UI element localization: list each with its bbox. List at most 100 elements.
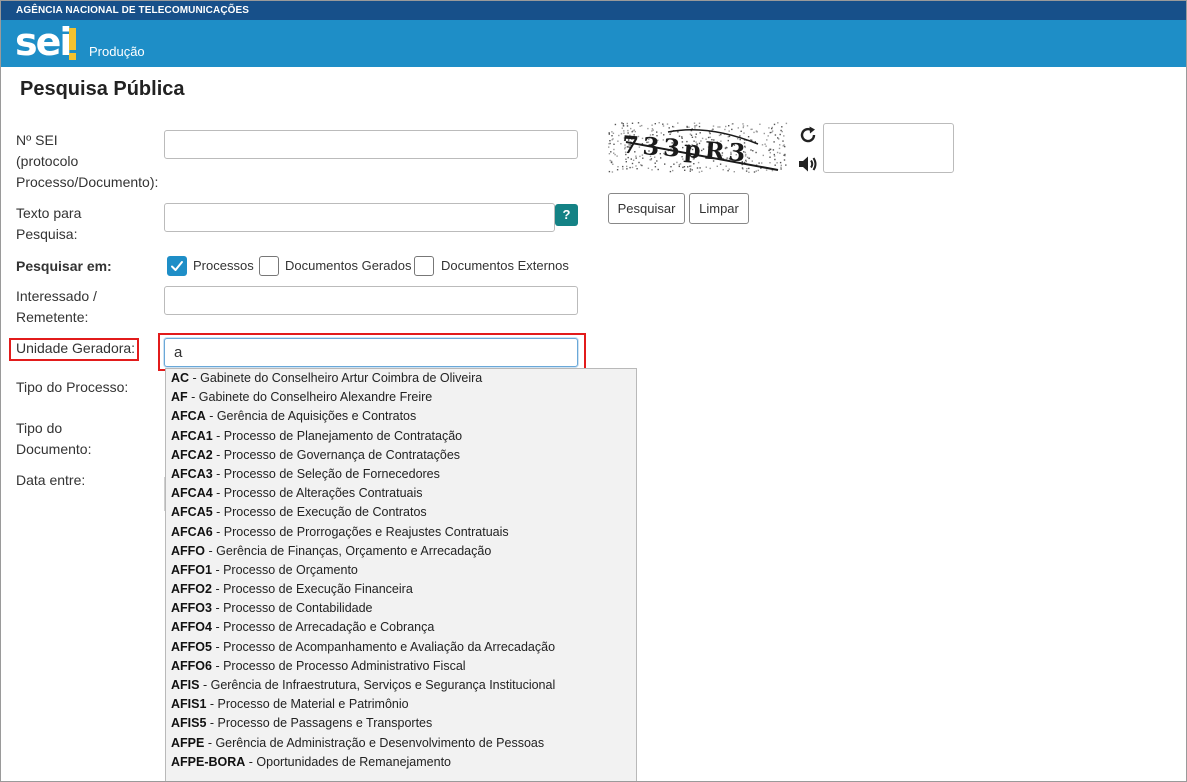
option-separator: -: [212, 466, 224, 481]
logo-bang: [69, 28, 76, 50]
option-code: AC: [171, 371, 190, 385]
dropdown-option[interactable]: AFCA6 - Processo de Prorrogações e Reaju…: [166, 523, 636, 542]
refresh-icon[interactable]: [797, 124, 819, 146]
option-code: AFPE-BORA: [171, 754, 246, 769]
checkbox-documentos-externos-label[interactable]: Documentos Externos: [441, 258, 569, 273]
dropdown-option[interactable]: AF - Gabinete do Conselheiro Alexandre F…: [166, 388, 636, 407]
option-name: Processo de Acompanhamento e Avaliação d…: [223, 639, 556, 654]
dropdown-option[interactable]: AFPE - Gerência de Administração e Desen…: [166, 734, 636, 753]
environment-label: Produção: [89, 44, 145, 59]
nsei-label: Nº SEI (protocolo Processo/Documento):: [16, 132, 159, 190]
option-code: AFCA1: [171, 428, 213, 443]
option-separator: -: [212, 505, 224, 520]
option-separator: -: [204, 735, 216, 750]
option-separator: -: [211, 601, 224, 616]
check-icon: [171, 261, 183, 271]
option-name: Processo de Contabilidade: [223, 601, 373, 616]
option-code: AFCA5: [171, 505, 213, 520]
search-button[interactable]: Pesquisar: [608, 193, 685, 224]
option-code: AFFO: [171, 543, 206, 558]
option-separator: -: [245, 754, 257, 769]
sei-logo[interactable]: sei: [15, 20, 79, 64]
dropdown-option[interactable]: AFCA - Gerência de Aquisições e Contrato…: [166, 407, 636, 426]
option-name: Processo de Prorrogações e Reajustes Con…: [223, 524, 509, 539]
option-name: Processo de Processo Administrativo Fisc…: [223, 658, 466, 673]
option-name: Gabinete do Conselheiro Alexandre Freire: [198, 390, 433, 405]
checkbox-documentos-gerados[interactable]: [259, 256, 279, 276]
autocomplete-dropdown[interactable]: AC - Gabinete do Conselheiro Artur Coimb…: [165, 368, 637, 782]
interessado-label: Interessado / Remetente:: [16, 288, 97, 325]
speaker-icon[interactable]: [797, 153, 819, 175]
option-name: Processo de Execução Financeira: [223, 582, 413, 597]
dropdown-option[interactable]: AFCA4 - Processo de Alterações Contratua…: [166, 484, 636, 503]
dropdown-option[interactable]: AFIS1 - Processo de Material e Patrimôni…: [166, 695, 636, 714]
dropdown-option[interactable]: AFPE-BORA - Oportunidades de Remanejamen…: [166, 753, 636, 772]
captcha-image: 733pR3: [608, 122, 788, 174]
option-name: Gerência de Infraestrutura, Serviços e S…: [210, 678, 556, 692]
help-button[interactable]: ?: [555, 204, 578, 226]
option-separator: -: [187, 390, 199, 405]
option-code: AFFO3: [171, 601, 212, 616]
option-name: Processo de Arrecadação e Cobrança: [223, 620, 435, 635]
option-separator: -: [206, 716, 218, 731]
page-title: Pesquisa Pública: [20, 78, 185, 100]
option-code: AFIS1: [171, 697, 207, 712]
dropdown-option[interactable]: AFIS5 - Processo de Passagens e Transpor…: [166, 714, 636, 733]
checkbox-processos[interactable]: [167, 256, 187, 276]
checkbox-documentos-externos[interactable]: [414, 256, 434, 276]
option-code: AFPE: [171, 735, 205, 750]
tipo-processo-label: Tipo do Processo:: [16, 379, 129, 395]
dropdown-option[interactable]: AFCA3 - Processo de Seleção de Fornecedo…: [166, 465, 636, 484]
checkbox-documentos-gerados-label[interactable]: Documentos Gerados: [285, 258, 411, 273]
option-separator: -: [205, 543, 217, 558]
option-separator: -: [211, 582, 224, 597]
dropdown-option[interactable]: AFCA1 - Processo de Planejamento de Cont…: [166, 427, 636, 446]
option-name: Processo de Seleção de Fornecedores: [223, 466, 440, 481]
option-name: Processo de Alterações Contratuais: [223, 486, 423, 501]
brand-bar: sei Produção: [1, 20, 1186, 67]
option-separator: -: [211, 658, 224, 673]
option-code: AFIS: [171, 678, 200, 692]
dropdown-option[interactable]: AFFO2 - Processo de Execução Financeira: [166, 580, 636, 599]
unidade-input[interactable]: a: [164, 338, 578, 367]
option-code: AFCA: [171, 409, 206, 424]
option-code: AFIS5: [171, 716, 207, 731]
option-separator: -: [189, 371, 201, 385]
dropdown-option[interactable]: AFCA5 - Processo de Execução de Contrato…: [166, 503, 636, 522]
captcha-input[interactable]: [823, 123, 954, 173]
dropdown-option[interactable]: AFCA2 - Processo de Governança de Contra…: [166, 446, 636, 465]
option-code: AFFO5: [171, 639, 212, 654]
option-name: Gabinete do Conselheiro Artur Coimbra de…: [200, 371, 483, 385]
checkbox-processos-label[interactable]: Processos: [193, 258, 254, 273]
option-separator: -: [211, 639, 224, 654]
dropdown-option[interactable]: AFFO - Gerência de Finanças, Orçamento e…: [166, 542, 636, 561]
tipo-documento-label: Tipo do Documento:: [16, 420, 92, 457]
clear-button[interactable]: Limpar: [689, 193, 749, 224]
agency-name: AGÊNCIA NACIONAL DE TELECOMUNICAÇÕES: [16, 5, 250, 16]
option-name: Gerência de Administração e Desenvolvime…: [215, 735, 545, 750]
search-text-input[interactable]: [164, 203, 555, 232]
dropdown-option[interactable]: AFFO6 - Processo de Processo Administrat…: [166, 657, 636, 676]
dropdown-option[interactable]: AFIS - Gerência de Infraestrutura, Servi…: [166, 676, 636, 695]
option-separator: -: [199, 678, 211, 692]
option-separator: -: [212, 447, 224, 462]
dropdown-option[interactable]: AFFO3 - Processo de Contabilidade: [166, 599, 636, 618]
interessado-input[interactable]: [164, 286, 578, 315]
data-entre-label: Data entre:: [16, 472, 86, 488]
option-code: AFFO2: [171, 582, 212, 597]
dropdown-option[interactable]: AFFO5 - Processo de Acompanhamento e Ava…: [166, 638, 636, 657]
option-separator: -: [211, 620, 224, 635]
dropdown-option[interactable]: AFFO4 - Processo de Arrecadação e Cobran…: [166, 618, 636, 637]
nsei-input[interactable]: [164, 130, 578, 159]
dropdown-option[interactable]: AC - Gabinete do Conselheiro Artur Coimb…: [166, 369, 636, 388]
option-code: AF: [171, 390, 188, 405]
option-separator: -: [205, 409, 217, 424]
option-code: AFCA3: [171, 466, 213, 481]
option-separator: -: [212, 524, 224, 539]
option-name: Oportunidades de Remanejamento: [256, 754, 451, 769]
option-code: AFCA2: [171, 447, 213, 462]
option-code: AFCA6: [171, 524, 213, 539]
logo-dot: [69, 53, 76, 60]
option-code: AFFO1: [171, 562, 212, 577]
dropdown-option[interactable]: AFFO1 - Processo de Orçamento: [166, 561, 636, 580]
